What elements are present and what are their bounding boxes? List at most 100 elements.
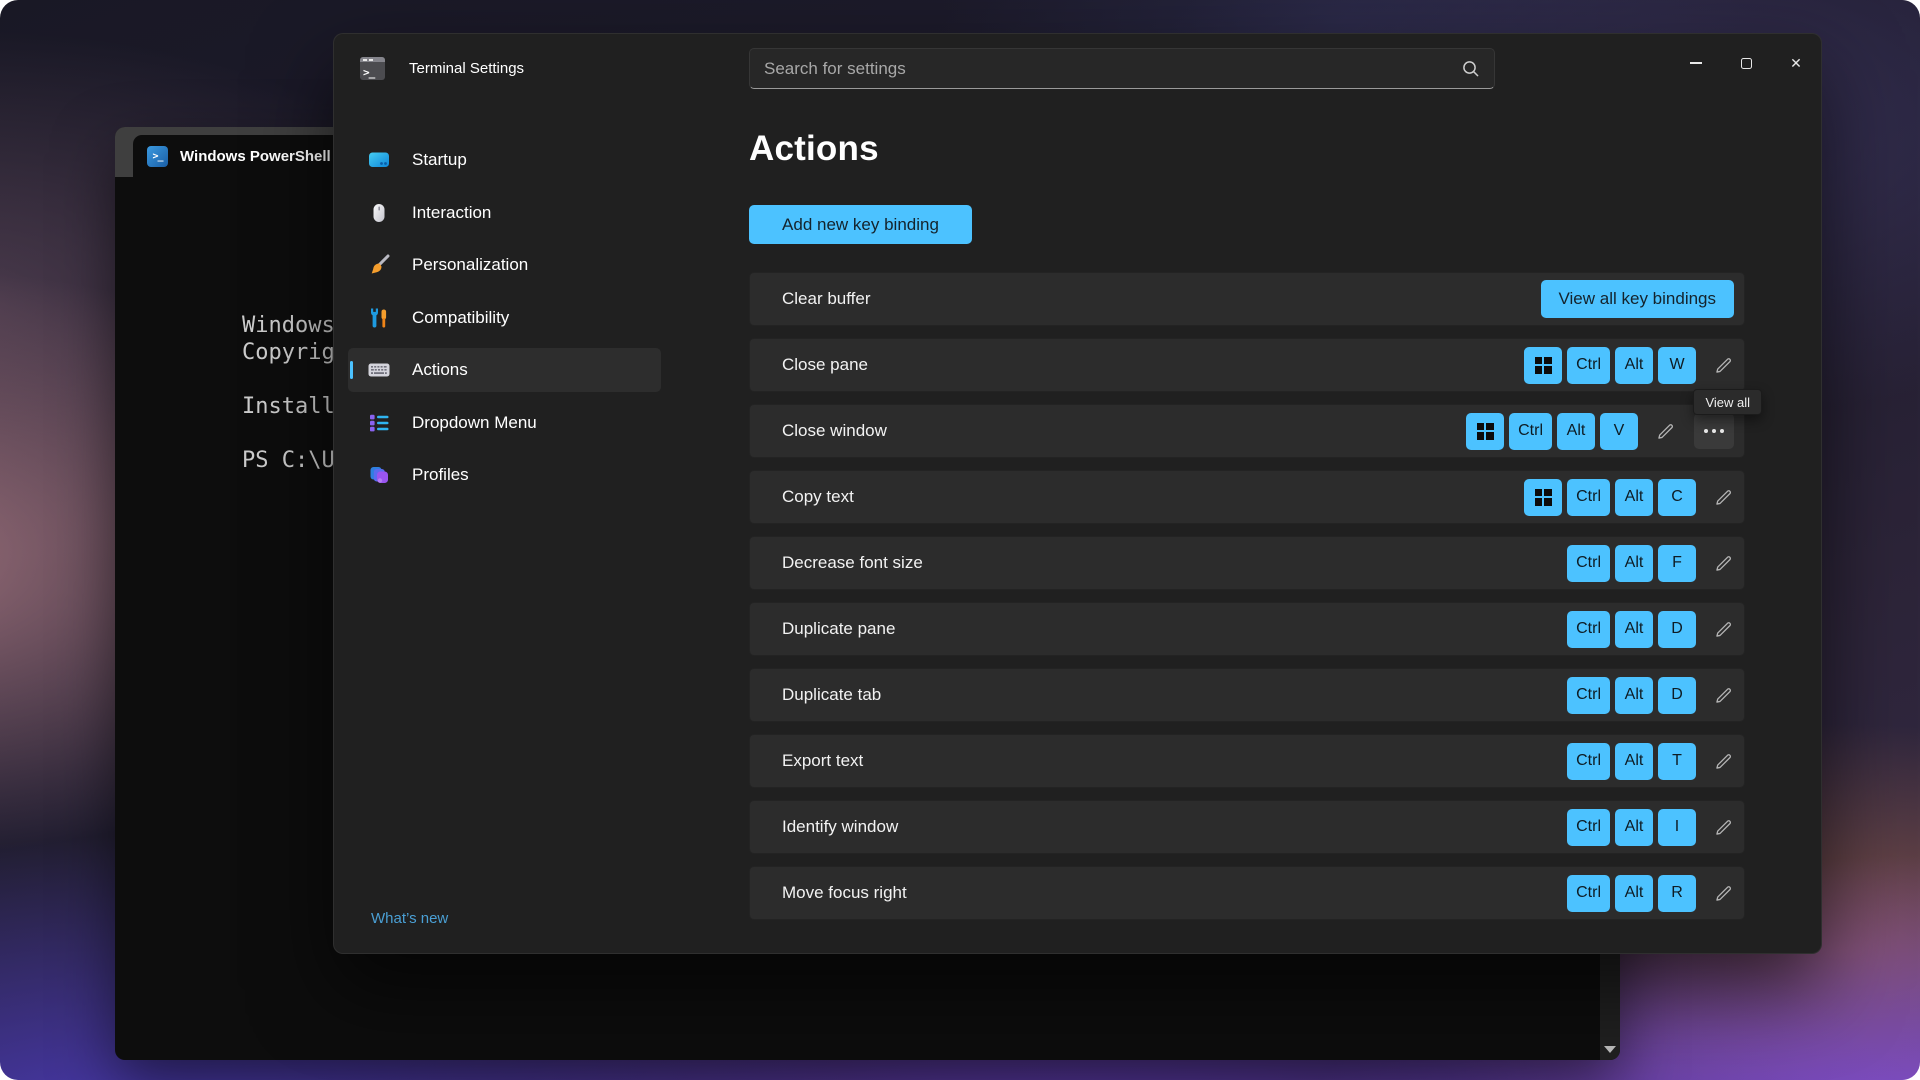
profiles-icon <box>368 464 390 486</box>
key-i: I <box>1658 809 1696 846</box>
sidebar-item-label: Personalization <box>412 255 528 275</box>
key-ctrl: Ctrl <box>1567 611 1610 648</box>
edit-pencil-icon[interactable] <box>1713 619 1734 640</box>
maximize-button[interactable] <box>1721 44 1771 82</box>
sidebar: Startup Interaction Personalization Compati… <box>348 138 661 506</box>
tab-title: Windows PowerShell <box>180 148 331 165</box>
edit-pencil-icon[interactable] <box>1713 553 1734 574</box>
sidebar-item-dropdown-menu[interactable]: Dropdown Menu <box>348 401 661 445</box>
action-label: Duplicate pane <box>782 619 1567 639</box>
key-v: V <box>1600 413 1638 450</box>
key-d: D <box>1658 677 1696 714</box>
action-label: Clear buffer <box>782 289 1541 309</box>
action-label: Identify window <box>782 817 1567 837</box>
key-alt: Alt <box>1615 347 1653 384</box>
action-row-duplicate-tab[interactable]: Duplicate tabCtrlAltD <box>749 668 1745 722</box>
row-controls: CtrlAltD <box>1567 677 1734 714</box>
row-controls: CtrlAltR <box>1567 875 1734 912</box>
action-row-copy-text[interactable]: Copy textCtrlAltC <box>749 470 1745 524</box>
key-alt: Alt <box>1615 611 1653 648</box>
close-button[interactable]: ✕ <box>1771 44 1821 82</box>
edit-pencil-icon[interactable] <box>1713 487 1734 508</box>
key-alt: Alt <box>1615 809 1653 846</box>
sidebar-item-personalization[interactable]: Personalization <box>348 243 661 287</box>
key-alt: Alt <box>1615 479 1653 516</box>
sidebar-item-compatibility[interactable]: Compatibility <box>348 296 661 340</box>
compatibility-icon <box>368 307 390 329</box>
more-options-button[interactable] <box>1694 413 1734 449</box>
key-ctrl: Ctrl <box>1509 413 1552 450</box>
sidebar-item-label: Interaction <box>412 203 491 223</box>
key-t: T <box>1658 743 1696 780</box>
action-row-decrease-font-size[interactable]: Decrease font sizeCtrlAltF <box>749 536 1745 590</box>
edit-pencil-icon[interactable] <box>1713 751 1734 772</box>
terminal-settings-window: >_ Terminal Settings ✕ Startup Interactio… <box>333 33 1822 954</box>
view-all-tooltip: View all <box>1693 389 1762 415</box>
edit-pencil-icon[interactable] <box>1655 421 1676 442</box>
desktop-wallpaper: >_ Windows PowerShell Windows PowerShell… <box>0 0 1920 1080</box>
key-ctrl: Ctrl <box>1567 347 1610 384</box>
sidebar-item-profiles[interactable]: Profiles <box>348 453 661 497</box>
view-all-key-bindings-button[interactable]: View all key bindings <box>1541 280 1735 318</box>
terminal-settings-icon: >_ <box>360 57 385 80</box>
key-alt: Alt <box>1615 743 1653 780</box>
edit-pencil-icon[interactable] <box>1713 883 1734 904</box>
action-label: Close window <box>782 421 1466 441</box>
edit-pencil-icon[interactable] <box>1713 817 1734 838</box>
personalization-icon <box>368 254 390 276</box>
key-win <box>1524 479 1562 516</box>
action-row-duplicate-pane[interactable]: Duplicate paneCtrlAltD <box>749 602 1745 656</box>
actions-list: Clear bufferView all key bindings Close p… <box>749 272 1745 920</box>
key-f: F <box>1658 545 1696 582</box>
action-row-close-window[interactable]: Close windowView allCtrlAltV <box>749 404 1745 458</box>
key-ctrl: Ctrl <box>1567 875 1610 912</box>
sidebar-item-actions[interactable]: Actions <box>348 348 661 392</box>
row-controls: CtrlAltI <box>1567 809 1734 846</box>
edit-pencil-icon[interactable] <box>1713 355 1734 376</box>
action-row-clear-buffer[interactable]: Clear bufferView all key bindings <box>749 272 1745 326</box>
scroll-down-icon[interactable] <box>1604 1046 1616 1053</box>
search-box <box>749 48 1495 89</box>
row-controls: CtrlAltV <box>1466 413 1734 450</box>
key-alt: Alt <box>1615 677 1653 714</box>
whats-new-link[interactable]: What’s new <box>371 910 448 927</box>
row-controls: CtrlAltT <box>1567 743 1734 780</box>
key-r: R <box>1658 875 1696 912</box>
page-title: Actions <box>749 129 879 169</box>
windows-logo-icon <box>1535 357 1552 374</box>
window-title: Terminal Settings <box>409 60 524 77</box>
key-c: C <box>1658 479 1696 516</box>
key-ctrl: Ctrl <box>1567 545 1610 582</box>
interaction-icon <box>368 202 390 224</box>
action-label: Export text <box>782 751 1567 771</box>
powershell-icon: >_ <box>147 146 168 167</box>
action-label: Decrease font size <box>782 553 1567 573</box>
edit-pencil-icon[interactable] <box>1713 685 1734 706</box>
action-label: Duplicate tab <box>782 685 1567 705</box>
row-controls: CtrlAltC <box>1524 479 1734 516</box>
action-row-identify-window[interactable]: Identify windowCtrlAltI <box>749 800 1745 854</box>
action-row-export-text[interactable]: Export textCtrlAltT <box>749 734 1745 788</box>
search-input[interactable] <box>750 49 1494 88</box>
startup-icon <box>368 149 390 171</box>
sidebar-item-label: Startup <box>412 150 467 170</box>
row-controls: CtrlAltW <box>1524 347 1734 384</box>
sidebar-item-label: Dropdown Menu <box>412 413 537 433</box>
key-ctrl: Ctrl <box>1567 677 1610 714</box>
dropdown-menu-icon <box>368 412 390 434</box>
action-row-move-focus-right[interactable]: Move focus rightCtrlAltR <box>749 866 1745 920</box>
action-label: Close pane <box>782 355 1524 375</box>
add-key-binding-button[interactable]: Add new key binding <box>749 205 972 244</box>
sidebar-item-startup[interactable]: Startup <box>348 138 661 182</box>
action-row-close-pane[interactable]: Close paneCtrlAltW <box>749 338 1745 392</box>
key-ctrl: Ctrl <box>1567 743 1610 780</box>
sidebar-item-label: Actions <box>412 360 468 380</box>
minimize-button[interactable] <box>1671 44 1721 82</box>
selected-indicator <box>350 361 353 379</box>
key-ctrl: Ctrl <box>1567 809 1610 846</box>
sidebar-item-interaction[interactable]: Interaction <box>348 191 661 235</box>
search-icon <box>1460 58 1482 85</box>
key-d: D <box>1658 611 1696 648</box>
sidebar-item-label: Profiles <box>412 465 469 485</box>
key-alt: Alt <box>1615 875 1653 912</box>
